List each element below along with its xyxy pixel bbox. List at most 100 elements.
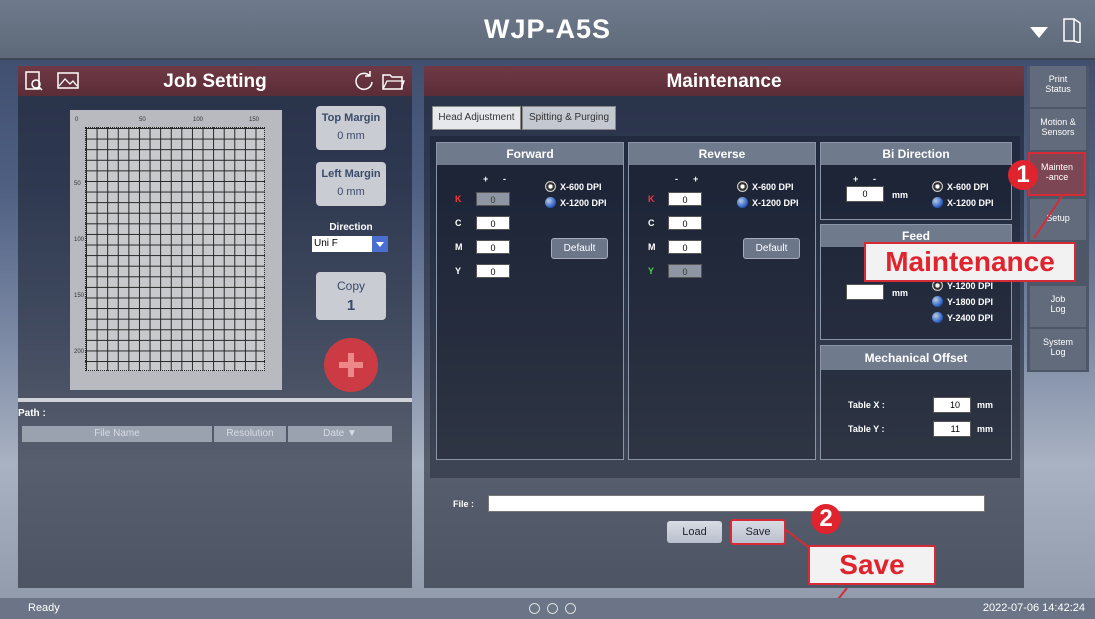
left-margin-button[interactable]: Left Margin 0 mm — [316, 162, 386, 206]
feed-y1200-label: Y-1200 DPI — [947, 281, 994, 291]
reverse-k-input[interactable]: 0 — [668, 192, 702, 206]
callout-maintenance: Maintenance — [864, 242, 1076, 282]
row-label-y: Y — [455, 266, 462, 276]
app-title: WJP-A5S — [483, 14, 612, 44]
page-dot-1[interactable] — [529, 603, 540, 614]
feed-y1800-radio[interactable] — [932, 296, 943, 307]
row-label-y: Y — [648, 266, 655, 276]
plus-label: + — [853, 174, 859, 184]
bidir-x600-label: X-600 DPI — [947, 182, 989, 192]
forward-x600-radio[interactable] — [545, 181, 556, 192]
reverse-c-input[interactable]: 0 — [668, 216, 702, 230]
nav-motion-sensors[interactable]: Motion & Sensors — [1030, 109, 1086, 150]
forward-x1200-radio[interactable] — [545, 197, 556, 208]
nav-print-status[interactable]: Print Status — [1030, 66, 1086, 107]
forward-m-input[interactable]: 0 — [476, 240, 510, 254]
direction-label: Direction — [329, 222, 373, 233]
mechanical-offset-title: Mechanical Offset — [821, 346, 1011, 370]
bi-direction-box: Bi Direction — [820, 142, 1012, 220]
save-button[interactable]: Save — [730, 519, 786, 545]
forward-c-input[interactable]: 0 — [476, 216, 510, 230]
copy-label: Copy — [336, 279, 365, 293]
ruler-x-label: 0 — [75, 117, 79, 123]
reverse-default-button[interactable]: Default — [743, 238, 800, 259]
row-label-m: M — [648, 242, 656, 252]
bidir-x1200-label: X-1200 DPI — [947, 198, 994, 208]
plus-label: + — [693, 174, 699, 184]
file-label: File : — [453, 499, 475, 509]
splitter[interactable] — [18, 398, 412, 402]
top-margin-label: Top Margin — [321, 112, 381, 124]
bi-direction-input[interactable]: 0 — [846, 186, 884, 202]
column-date[interactable]: Date ▼ — [288, 426, 392, 442]
column-file-name[interactable]: File Name — [22, 426, 212, 442]
reverse-y-input[interactable]: 0 — [668, 264, 702, 278]
folder-icon[interactable] — [381, 71, 405, 91]
tab-head-adjustment[interactable]: Head Adjustment — [432, 106, 521, 130]
bidir-x600-radio[interactable] — [932, 181, 943, 192]
page-dot-2[interactable] — [547, 603, 558, 614]
forward-x600-label: X-600 DPI — [560, 182, 602, 192]
minus-label: - — [873, 174, 876, 184]
nav-system-log[interactable]: System Log — [1030, 329, 1086, 370]
plus-label: + — [483, 174, 489, 184]
feed-y1800-label: Y-1800 DPI — [947, 297, 994, 307]
row-label-m: M — [455, 242, 463, 252]
table-x-label: Table X : — [848, 400, 885, 410]
bidir-x1200-radio[interactable] — [932, 197, 943, 208]
forward-y-input[interactable]: 0 — [476, 264, 510, 278]
ruler-x-label: 50 — [139, 117, 146, 123]
feed-unit: mm — [892, 288, 909, 298]
reverse-m-input[interactable]: 0 — [668, 240, 702, 254]
copy-value: 1 — [346, 297, 356, 314]
callout-1-pointer — [1033, 195, 1063, 239]
refresh-icon[interactable] — [353, 70, 375, 92]
page-dot-3[interactable] — [565, 603, 576, 614]
table-y-unit: mm — [977, 424, 994, 434]
minus-label: - — [675, 174, 678, 184]
exit-icon[interactable] — [1062, 17, 1082, 43]
path-label: Path : — [18, 408, 46, 419]
add-button[interactable] — [324, 338, 378, 392]
row-label-c: C — [648, 218, 655, 228]
load-button[interactable]: Load — [667, 521, 722, 543]
callout-save: Save — [808, 545, 936, 585]
nav-job-log[interactable]: Job Log — [1030, 286, 1086, 327]
maintenance-header: Maintenance — [424, 66, 1024, 96]
chevron-down-icon — [372, 236, 388, 252]
table-y-label: Table Y : — [848, 424, 885, 434]
row-label-k: K — [648, 194, 655, 204]
title-bar: WJP-A5S — [0, 0, 1095, 60]
column-resolution[interactable]: Resolution — [214, 426, 286, 442]
forward-title: Forward — [437, 143, 623, 165]
status-text: Ready — [28, 602, 60, 614]
dropdown-triangle-icon[interactable] — [1030, 27, 1048, 38]
table-x-input[interactable]: 10 — [933, 397, 971, 413]
preview-icon[interactable] — [24, 70, 44, 92]
top-margin-button[interactable]: Top Margin 0 mm — [316, 106, 386, 150]
ruler-x-label: 150 — [249, 117, 260, 123]
minus-label: - — [503, 174, 506, 184]
ruler-x-label: 100 — [193, 117, 204, 123]
reverse-x1200-radio[interactable] — [737, 197, 748, 208]
tab-spitting-purging[interactable]: Spitting & Purging — [522, 106, 616, 130]
bi-direction-unit: mm — [892, 190, 909, 200]
row-label-c: C — [455, 218, 462, 228]
file-path-input[interactable] — [488, 495, 985, 512]
status-bar: Ready 2022-07-06 14:42:24 — [0, 598, 1095, 619]
forward-default-button[interactable]: Default — [551, 238, 608, 259]
print-grid — [85, 127, 265, 371]
ruler-y-label: 150 — [74, 293, 85, 299]
reverse-x1200-label: X-1200 DPI — [752, 198, 799, 208]
reverse-x600-radio[interactable] — [737, 181, 748, 192]
copy-button[interactable]: Copy 1 — [316, 272, 386, 320]
maintenance-title: Maintenance — [666, 71, 782, 92]
feed-input[interactable] — [846, 284, 884, 300]
table-y-input[interactable]: 11 — [933, 421, 971, 437]
direction-value: Uni F — [314, 238, 338, 249]
image-icon[interactable] — [56, 71, 80, 91]
feed-y2400-radio[interactable] — [932, 312, 943, 323]
status-datetime: 2022-07-06 14:42:24 — [982, 602, 1085, 614]
forward-k-input[interactable]: 0 — [476, 192, 510, 206]
direction-select[interactable]: Uni F — [312, 236, 388, 252]
